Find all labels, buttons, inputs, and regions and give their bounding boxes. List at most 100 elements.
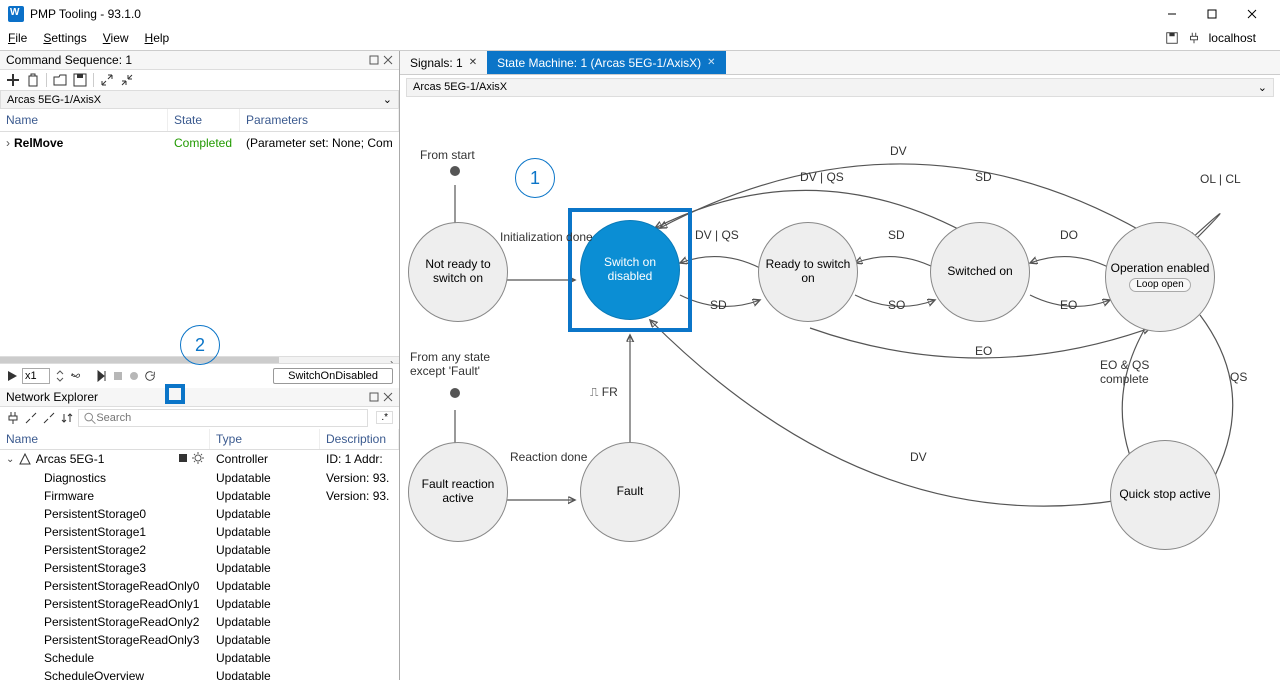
popout-icon[interactable] <box>369 55 379 65</box>
popout-icon[interactable] <box>369 392 379 402</box>
menu-view[interactable]: View <box>103 31 129 45</box>
collapse-icon[interactable] <box>120 73 134 87</box>
node-op-enabled[interactable]: Operation enabledLoop open <box>1105 222 1215 332</box>
search-input[interactable] <box>96 412 363 424</box>
maximize-button[interactable] <box>1192 2 1232 26</box>
ne-col-type[interactable]: Type <box>210 429 320 449</box>
lbl-eo2: EO <box>975 344 992 358</box>
minimize-button[interactable] <box>1152 2 1192 26</box>
search-input-wrap[interactable] <box>78 409 368 427</box>
command-sequence-header: Command Sequence: 1 <box>0 51 399 70</box>
canvas-path-dropdown[interactable]: Arcas 5EG-1/AxisX ⌄ <box>406 78 1274 97</box>
open-icon[interactable] <box>53 73 67 87</box>
close-panel-icon[interactable] <box>383 392 393 402</box>
close-panel-icon[interactable] <box>383 55 393 65</box>
ne-row[interactable]: PersistentStorageReadOnly3Updatable <box>0 631 399 649</box>
menu-help[interactable]: Help <box>145 31 170 45</box>
lbl-from-start: From start <box>420 148 475 162</box>
ne-row[interactable]: DiagnosticsUpdatableVersion: 93. <box>0 469 399 487</box>
menu-settings[interactable]: Settings <box>43 31 86 45</box>
state-machine-canvas[interactable]: From start Not ready to switch on Switch… <box>400 100 1280 680</box>
lbl-dv2: DV <box>910 450 927 464</box>
play-icon[interactable] <box>6 370 18 382</box>
ne-row[interactable]: PersistentStorage3Updatable <box>0 559 399 577</box>
ne-row[interactable]: ScheduleOverviewUpdatable <box>0 667 399 680</box>
controller-icon <box>18 452 32 466</box>
lbl-dv: DV <box>890 144 907 158</box>
save-icon[interactable] <box>73 73 87 87</box>
expand-icon[interactable] <box>100 73 114 87</box>
record-icon[interactable] <box>128 370 140 382</box>
plug-icon[interactable] <box>1187 31 1201 45</box>
ne-row[interactable]: PersistentStorage1Updatable <box>0 523 399 541</box>
network-explorer-header: Network Explorer <box>0 388 399 407</box>
chevron-right-icon[interactable]: › <box>6 136 10 150</box>
lbl-sd-b: SD <box>975 170 992 184</box>
gear-icon[interactable] <box>192 452 204 464</box>
node-fault-reaction[interactable]: Fault reaction active <box>408 442 508 542</box>
ne-row[interactable]: PersistentStorageReadOnly2Updatable <box>0 613 399 631</box>
regex-hint[interactable]: .* <box>376 411 393 424</box>
tab-statemachine-label: State Machine: 1 (Arcas 5EG-1/AxisX) <box>497 56 701 70</box>
node-fault[interactable]: Fault <box>580 442 680 542</box>
callout-1: 1 <box>515 158 555 198</box>
ne-row[interactable]: ScheduleUpdatable <box>0 649 399 667</box>
cs-path-dropdown[interactable]: Arcas 5EG-1/AxisX ⌄ <box>0 90 399 109</box>
cs-col-state[interactable]: State <box>168 109 240 131</box>
node-switch-on-disabled[interactable]: Switch on disabled <box>580 220 680 320</box>
node-ready[interactable]: Ready to switch on <box>758 222 858 322</box>
spinner-icon[interactable] <box>54 370 66 382</box>
canvas-path-text: Arcas 5EG-1/AxisX <box>413 81 507 94</box>
ne-row[interactable]: PersistentStorageReadOnly0Updatable <box>0 577 399 595</box>
close-icon[interactable]: ✕ <box>707 57 715 68</box>
node-not-ready[interactable]: Not ready to switch on <box>408 222 508 322</box>
save-icon[interactable] <box>1165 31 1179 45</box>
run-multiplier-input[interactable] <box>22 368 50 384</box>
reset-icon[interactable] <box>144 370 156 382</box>
cs-col-name[interactable]: Name <box>0 109 168 131</box>
ne-row[interactable]: PersistentStorage2Updatable <box>0 541 399 559</box>
ne-row[interactable]: PersistentStorage0Updatable <box>0 505 399 523</box>
plug-icon[interactable] <box>6 411 20 425</box>
highlight-2 <box>165 384 185 404</box>
lbl-eo: EO <box>1060 298 1077 312</box>
cs-row-params: (Parameter set: None; Comple <box>246 136 393 150</box>
editor-tabs: Signals: 1 ✕ State Machine: 1 (Arcas 5EG… <box>400 51 1280 75</box>
add-icon[interactable] <box>6 73 20 87</box>
expand-icon[interactable] <box>24 411 38 425</box>
collapse-icon[interactable] <box>42 411 56 425</box>
step-icon[interactable] <box>96 370 108 382</box>
sort-icon[interactable] <box>60 411 74 425</box>
cs-col-params[interactable]: Parameters <box>240 109 399 131</box>
ne-col-name[interactable]: Name <box>0 429 210 449</box>
lbl-eo-qs: EO & QS complete <box>1100 358 1180 386</box>
app-logo <box>8 6 24 22</box>
node-quick-stop[interactable]: Quick stop active <box>1110 440 1220 550</box>
ne-col-desc[interactable]: Description <box>320 429 399 449</box>
callout-2: 2 <box>180 325 220 365</box>
close-button[interactable] <box>1232 2 1272 26</box>
lbl-so: SO <box>888 298 905 312</box>
ne-row[interactable]: PersistentStorageReadOnly1Updatable <box>0 595 399 613</box>
search-icon <box>83 411 96 425</box>
chevron-down-icon: ⌄ <box>383 93 392 106</box>
lbl-olcl: OL | CL <box>1200 172 1241 186</box>
cs-playback-bar: SwitchOnDisabled <box>0 363 399 388</box>
ne-row[interactable]: FirmwareUpdatableVersion: 93. <box>0 487 399 505</box>
infinity-icon[interactable] <box>70 370 82 382</box>
menubar: File Settings View Help localhost <box>0 28 1280 50</box>
menu-file[interactable]: File <box>8 31 27 45</box>
cs-row[interactable]: › RelMove Completed (Parameter set: None… <box>0 132 399 154</box>
ne-row[interactable]: ⌄ Arcas 5EG-1 ControllerID: 1 Addr: <box>0 450 399 469</box>
lbl-from-any: From any state except 'Fault' <box>410 350 520 378</box>
stop-icon[interactable] <box>112 370 124 382</box>
ne-rows: ⌄ Arcas 5EG-1 ControllerID: 1 Addr:Diagn… <box>0 450 399 680</box>
delete-icon[interactable] <box>26 73 40 87</box>
close-icon[interactable]: ✕ <box>469 57 477 68</box>
lbl-sd-a: SD <box>888 228 905 242</box>
tab-signals[interactable]: Signals: 1 ✕ <box>400 51 487 74</box>
node-switched-on[interactable]: Switched on <box>930 222 1030 322</box>
stop-box-icon[interactable] <box>177 452 189 464</box>
cs-row-name: RelMove <box>14 136 174 150</box>
tab-statemachine[interactable]: State Machine: 1 (Arcas 5EG-1/AxisX) ✕ <box>487 51 725 74</box>
